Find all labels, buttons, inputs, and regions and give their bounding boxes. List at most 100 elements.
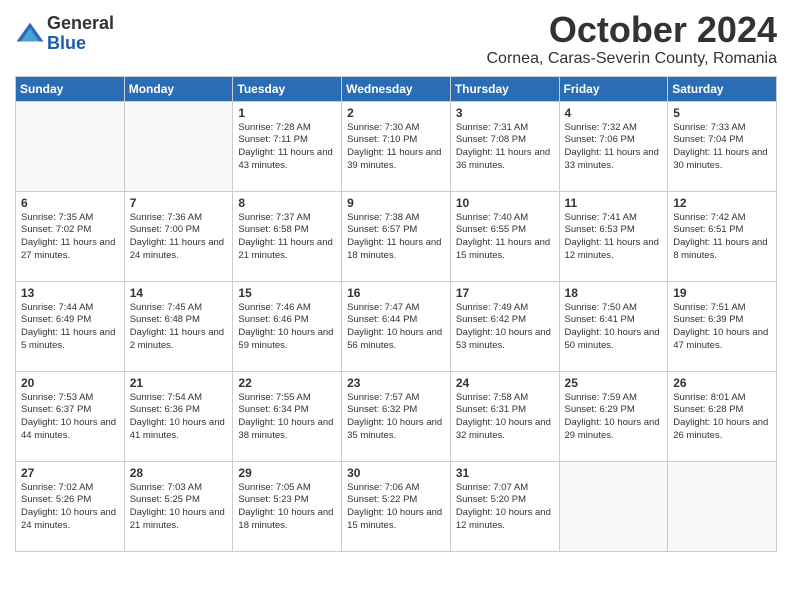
month-title: October 2024	[487, 10, 778, 50]
calendar-cell: 24 Sunrise: 7:58 AMSunset: 6:31 PMDayligh…	[450, 371, 559, 461]
day-number: 27	[21, 466, 119, 480]
day-info: Sunrise: 7:33 AMSunset: 7:04 PMDaylight:…	[673, 122, 771, 173]
title-section: October 2024 Cornea, Caras-Severin Count…	[487, 10, 778, 68]
day-info: Sunrise: 7:37 AMSunset: 6:58 PMDaylight:…	[238, 212, 336, 263]
day-info: Sunrise: 7:03 AMSunset: 5:25 PMDaylight:…	[130, 482, 228, 533]
calendar-cell: 8 Sunrise: 7:37 AMSunset: 6:58 PMDaylight…	[233, 191, 342, 281]
calendar-cell: 30 Sunrise: 7:06 AMSunset: 5:22 PMDayligh…	[342, 461, 451, 551]
day-number: 13	[21, 286, 119, 300]
day-number: 16	[347, 286, 445, 300]
day-info: Sunrise: 8:01 AMSunset: 6:28 PMDaylight:…	[673, 392, 771, 443]
logo: General Blue	[15, 14, 114, 54]
calendar-cell	[16, 101, 125, 191]
calendar-cell: 18Sunrise: 7:50 AMSunset: 6:41 PMDayligh…	[559, 281, 668, 371]
weekday-saturday: Saturday	[668, 76, 777, 101]
calendar-cell: 1Sunrise: 7:28 AMSunset: 7:11 PMDaylight…	[233, 101, 342, 191]
calendar-cell: 4 Sunrise: 7:32 AMSunset: 7:06 PMDaylight…	[559, 101, 668, 191]
day-info: Sunrise: 7:42 AMSunset: 6:51 PMDaylight:…	[673, 212, 771, 263]
calendar-cell: 19Sunrise: 7:51 AMSunset: 6:39 PMDayligh…	[668, 281, 777, 371]
day-info: Sunrise: 7:53 AMSunset: 6:37 PMDaylight:…	[21, 392, 119, 443]
logo-general-text: General	[47, 14, 114, 34]
calendar-cell: 16Sunrise: 7:47 AMSunset: 6:44 PMDayligh…	[342, 281, 451, 371]
day-number: 2	[347, 106, 445, 120]
day-info: Sunrise: 7:45 AMSunset: 6:48 PMDaylight:…	[130, 302, 228, 353]
calendar-cell: 23Sunrise: 7:57 AMSunset: 6:32 PMDayligh…	[342, 371, 451, 461]
day-info: Sunrise: 7:57 AMSunset: 6:32 PMDaylight:…	[347, 392, 445, 443]
day-number: 18	[565, 286, 663, 300]
day-info: Sunrise: 7:38 AMSunset: 6:57 PMDaylight:…	[347, 212, 445, 263]
day-info: Sunrise: 7:46 AMSunset: 6:46 PMDaylight:…	[238, 302, 336, 353]
weekday-tuesday: Tuesday	[233, 76, 342, 101]
calendar-cell: 31Sunrise: 7:07 AMSunset: 5:20 PMDayligh…	[450, 461, 559, 551]
day-number: 26	[673, 376, 771, 390]
day-number: 21	[130, 376, 228, 390]
day-info: Sunrise: 7:30 AMSunset: 7:10 PMDaylight:…	[347, 122, 445, 173]
day-number: 31	[456, 466, 554, 480]
day-number: 5	[673, 106, 771, 120]
calendar-cell: 21 Sunrise: 7:54 AMSunset: 6:36 PMDayligh…	[124, 371, 233, 461]
day-number: 8	[238, 196, 336, 210]
calendar-cell: 11 Sunrise: 7:41 AMSunset: 6:53 PMDayligh…	[559, 191, 668, 281]
calendar-cell: 20 Sunrise: 7:53 AMSunset: 6:37 PMDayligh…	[16, 371, 125, 461]
calendar-table: SundayMondayTuesdayWednesdayThursdayFrid…	[15, 76, 777, 552]
calendar-cell: 25 Sunrise: 7:59 AMSunset: 6:29 PMDayligh…	[559, 371, 668, 461]
day-info: Sunrise: 7:36 AMSunset: 7:00 PMDaylight:…	[130, 212, 228, 263]
weekday-sunday: Sunday	[16, 76, 125, 101]
day-number: 4	[565, 106, 663, 120]
day-number: 22	[238, 376, 336, 390]
calendar-week-3: 13Sunrise: 7:44 AMSunset: 6:49 PMDayligh…	[16, 281, 777, 371]
day-info: Sunrise: 7:40 AMSunset: 6:55 PMDaylight:…	[456, 212, 554, 263]
calendar-cell	[668, 461, 777, 551]
calendar-cell: 15Sunrise: 7:46 AMSunset: 6:46 PMDayligh…	[233, 281, 342, 371]
day-info: Sunrise: 7:35 AMSunset: 7:02 PMDaylight:…	[21, 212, 119, 263]
calendar-cell: 2 Sunrise: 7:30 AMSunset: 7:10 PMDaylight…	[342, 101, 451, 191]
day-number: 6	[21, 196, 119, 210]
day-info: Sunrise: 7:06 AMSunset: 5:22 PMDaylight:…	[347, 482, 445, 533]
day-info: Sunrise: 7:02 AMSunset: 5:26 PMDaylight:…	[21, 482, 119, 533]
day-info: Sunrise: 7:31 AMSunset: 7:08 PMDaylight:…	[456, 122, 554, 173]
calendar-cell: 9 Sunrise: 7:38 AMSunset: 6:57 PMDaylight…	[342, 191, 451, 281]
day-info: Sunrise: 7:28 AMSunset: 7:11 PMDaylight:…	[238, 122, 336, 173]
header: General Blue October 2024 Cornea, Caras-…	[15, 10, 777, 68]
calendar-cell: 26 Sunrise: 8:01 AMSunset: 6:28 PMDayligh…	[668, 371, 777, 461]
calendar-cell	[559, 461, 668, 551]
calendar-cell: 10 Sunrise: 7:40 AMSunset: 6:55 PMDayligh…	[450, 191, 559, 281]
calendar-cell: 22Sunrise: 7:55 AMSunset: 6:34 PMDayligh…	[233, 371, 342, 461]
day-info: Sunrise: 7:41 AMSunset: 6:53 PMDaylight:…	[565, 212, 663, 263]
weekday-wednesday: Wednesday	[342, 76, 451, 101]
calendar-cell: 14Sunrise: 7:45 AMSunset: 6:48 PMDayligh…	[124, 281, 233, 371]
day-info: Sunrise: 7:54 AMSunset: 6:36 PMDaylight:…	[130, 392, 228, 443]
day-number: 25	[565, 376, 663, 390]
day-number: 24	[456, 376, 554, 390]
calendar-cell: 7Sunrise: 7:36 AMSunset: 7:00 PMDaylight…	[124, 191, 233, 281]
calendar-cell: 29Sunrise: 7:05 AMSunset: 5:23 PMDayligh…	[233, 461, 342, 551]
calendar-header: SundayMondayTuesdayWednesdayThursdayFrid…	[16, 76, 777, 101]
calendar-cell: 28Sunrise: 7:03 AMSunset: 5:25 PMDayligh…	[124, 461, 233, 551]
logo-blue-text: Blue	[47, 34, 114, 54]
weekday-header-row: SundayMondayTuesdayWednesdayThursdayFrid…	[16, 76, 777, 101]
calendar-cell: 12 Sunrise: 7:42 AMSunset: 6:51 PMDayligh…	[668, 191, 777, 281]
weekday-thursday: Thursday	[450, 76, 559, 101]
day-number: 30	[347, 466, 445, 480]
day-number: 3	[456, 106, 554, 120]
day-number: 20	[21, 376, 119, 390]
calendar-cell: 13Sunrise: 7:44 AMSunset: 6:49 PMDayligh…	[16, 281, 125, 371]
day-number: 11	[565, 196, 663, 210]
weekday-friday: Friday	[559, 76, 668, 101]
calendar-week-4: 20 Sunrise: 7:53 AMSunset: 6:37 PMDayligh…	[16, 371, 777, 461]
day-number: 19	[673, 286, 771, 300]
day-info: Sunrise: 7:32 AMSunset: 7:06 PMDaylight:…	[565, 122, 663, 173]
day-number: 17	[456, 286, 554, 300]
day-number: 9	[347, 196, 445, 210]
calendar-week-2: 6 Sunrise: 7:35 AMSunset: 7:02 PMDaylight…	[16, 191, 777, 281]
day-info: Sunrise: 7:05 AMSunset: 5:23 PMDaylight:…	[238, 482, 336, 533]
calendar-cell: 6 Sunrise: 7:35 AMSunset: 7:02 PMDaylight…	[16, 191, 125, 281]
day-number: 12	[673, 196, 771, 210]
day-info: Sunrise: 7:59 AMSunset: 6:29 PMDaylight:…	[565, 392, 663, 443]
calendar-cell: 5 Sunrise: 7:33 AMSunset: 7:04 PMDaylight…	[668, 101, 777, 191]
calendar-cell: 27 Sunrise: 7:02 AMSunset: 5:26 PMDayligh…	[16, 461, 125, 551]
day-info: Sunrise: 7:58 AMSunset: 6:31 PMDaylight:…	[456, 392, 554, 443]
weekday-monday: Monday	[124, 76, 233, 101]
calendar-cell: 17Sunrise: 7:49 AMSunset: 6:42 PMDayligh…	[450, 281, 559, 371]
day-number: 10	[456, 196, 554, 210]
